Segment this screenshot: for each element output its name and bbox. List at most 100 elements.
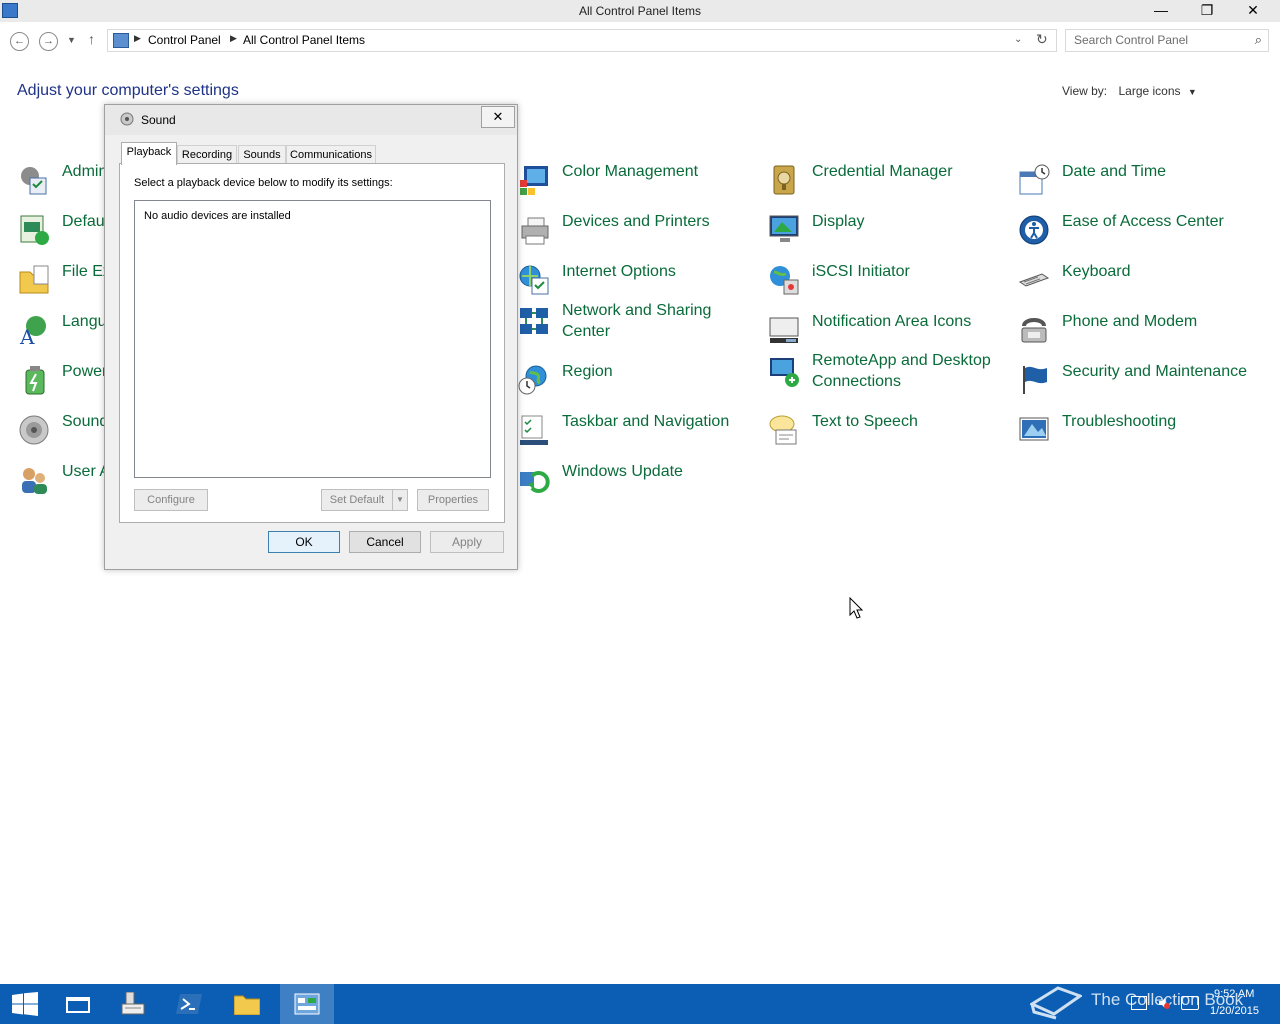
- taskbar-task-view[interactable]: [52, 984, 106, 1024]
- cp-item-security-maintenance[interactable]: Security and Maintenance: [1018, 360, 1258, 400]
- address-bar[interactable]: ▶ Control Panel ▶ All Control Panel Item…: [107, 29, 1057, 52]
- cp-item-label: Date and Time: [1062, 163, 1167, 180]
- cp-item-color-management[interactable]: Color Management: [518, 160, 758, 200]
- properties-button[interactable]: Properties: [417, 489, 489, 511]
- tab-playback[interactable]: Playback: [121, 142, 177, 165]
- cp-item-label: Notification Area Icons: [812, 313, 972, 330]
- mouse-cursor-icon: [849, 597, 863, 619]
- cp-item-label: Phone and Modem: [1062, 313, 1198, 330]
- cancel-button[interactable]: Cancel: [349, 531, 421, 553]
- chevron-right-icon[interactable]: ▶: [134, 33, 141, 44]
- cp-item-internet-options[interactable]: Internet Options: [518, 260, 758, 300]
- cp-item-taskbar-navigation[interactable]: Taskbar and Navigation: [518, 410, 758, 450]
- internet-options-icon: [519, 265, 549, 295]
- dialog-title: Sound: [141, 113, 176, 127]
- chevron-right-icon[interactable]: ▶: [230, 33, 237, 44]
- cp-item-label: Sound: [62, 413, 109, 430]
- breadcrumb-all-items[interactable]: All Control Panel Items: [243, 33, 365, 47]
- tab-panel: Select a playback device below to modify…: [119, 163, 505, 523]
- recent-locations-icon[interactable]: ▼: [67, 35, 76, 45]
- forward-button[interactable]: →: [39, 32, 58, 51]
- cp-item-label: Langu: [62, 313, 107, 330]
- cp-item-iscsi[interactable]: iSCSI Initiator: [768, 260, 1008, 300]
- cp-item-text-to-speech[interactable]: Text to Speech: [768, 410, 1008, 450]
- control-panel-small-icon: [113, 33, 129, 48]
- language-icon: A: [19, 316, 46, 346]
- cp-item-ease-of-access[interactable]: Ease of Access Center: [1018, 210, 1258, 250]
- back-button[interactable]: ←: [10, 32, 29, 51]
- cp-item-label: User A: [62, 463, 111, 480]
- iscsi-icon: [770, 266, 799, 295]
- security-maintenance-icon: [1023, 366, 1047, 394]
- cp-item-keyboard[interactable]: Keyboard: [1018, 260, 1258, 300]
- cp-item-windows-update[interactable]: Windows Update: [518, 460, 758, 500]
- cp-item-phone-modem[interactable]: Phone and Modem: [1018, 310, 1258, 350]
- clock-time[interactable]: 9:52 AM: [1214, 988, 1254, 1000]
- page-title: Adjust your computer's settings: [17, 82, 239, 99]
- instruction-text: Select a playback device below to modify…: [134, 177, 393, 189]
- search-icon[interactable]: ⌕: [1255, 32, 1262, 48]
- svg-text:A: A: [19, 325, 35, 346]
- taskbar-server-manager[interactable]: [106, 984, 160, 1024]
- up-button[interactable]: ↑: [88, 31, 95, 47]
- cp-item-label: Display: [812, 213, 865, 230]
- taskbar-control-panel[interactable]: [280, 984, 334, 1024]
- action-center-tray-icon[interactable]: [1181, 996, 1199, 1010]
- cp-item-label: Text to Speech: [812, 413, 918, 430]
- cp-item-label: RemoteApp and Desktop Connections: [812, 352, 991, 390]
- refresh-icon[interactable]: ↻: [1036, 31, 1048, 48]
- folder-icon: [234, 995, 260, 1015]
- powershell-icon: [176, 994, 202, 1014]
- maximize-button[interactable]: ❐: [1184, 0, 1230, 20]
- set-default-button[interactable]: Set Default: [321, 489, 393, 511]
- apply-button[interactable]: Apply: [430, 531, 504, 553]
- speaker-icon: [120, 112, 134, 126]
- cp-item-label: Region: [562, 363, 613, 380]
- tab-recording[interactable]: Recording: [177, 145, 237, 164]
- volume-muted-tray-icon[interactable]: [1158, 996, 1170, 1009]
- cp-item-credential-manager[interactable]: Credential Manager: [768, 160, 1008, 200]
- view-by-dropdown[interactable]: Large icons ▼: [1118, 84, 1196, 98]
- clock-date[interactable]: 1/20/2015: [1210, 1005, 1259, 1017]
- taskbar-icon: [520, 415, 548, 445]
- window-titlebar: All Control Panel Items — ❐ ✕: [0, 0, 1280, 22]
- cp-item-region[interactable]: Region: [518, 360, 758, 400]
- chevron-down-icon[interactable]: ⌄: [1014, 34, 1022, 45]
- ok-button[interactable]: OK: [268, 531, 340, 553]
- cp-item-troubleshooting[interactable]: Troubleshooting: [1018, 410, 1258, 450]
- set-default-dropdown-icon[interactable]: ▼: [392, 489, 408, 511]
- cp-item-label: Power: [62, 363, 108, 380]
- display-icon: [769, 215, 799, 242]
- minimize-button[interactable]: —: [1138, 0, 1184, 20]
- dialog-titlebar: Sound ✕: [105, 105, 517, 135]
- cp-item-devices-printers[interactable]: Devices and Printers: [518, 210, 758, 250]
- view-by: View by: Large icons ▼: [1062, 84, 1197, 98]
- configure-button[interactable]: Configure: [134, 489, 208, 511]
- close-button[interactable]: ✕: [1230, 0, 1276, 20]
- network-tray-icon[interactable]: [1131, 996, 1147, 1010]
- cp-item-label: Color Management: [562, 163, 699, 180]
- search-input[interactable]: Search Control Panel ⌕: [1065, 29, 1269, 52]
- cp-item-date-time[interactable]: Date and Time: [1018, 160, 1258, 200]
- empty-message: No audio devices are installed: [144, 210, 291, 222]
- power-options-icon: [25, 366, 45, 395]
- breadcrumb-control-panel[interactable]: Control Panel: [148, 33, 221, 47]
- taskbar-file-explorer[interactable]: [220, 984, 274, 1024]
- dialog-close-button[interactable]: ✕: [481, 106, 515, 128]
- cp-item-display[interactable]: Display: [768, 210, 1008, 250]
- tab-communications[interactable]: Communications: [286, 145, 376, 164]
- keyboard-icon: [1018, 273, 1050, 287]
- tab-sounds[interactable]: Sounds: [238, 145, 286, 164]
- cp-item-remoteapp[interactable]: RemoteApp and Desktop Connections: [768, 350, 1008, 400]
- admin-tools-icon: [21, 167, 47, 195]
- start-button[interactable]: [0, 984, 54, 1024]
- windows-update-icon: [520, 471, 550, 493]
- troubleshooting-icon: [1019, 417, 1049, 441]
- cp-item-label: Admin: [62, 163, 108, 180]
- cp-item-notification-area[interactable]: Notification Area Icons: [768, 310, 1008, 350]
- region-icon: [518, 365, 547, 395]
- device-list[interactable]: No audio devices are installed: [134, 200, 491, 478]
- cp-item-label: Windows Update: [562, 463, 683, 480]
- cp-item-network-sharing[interactable]: Network and Sharing Center: [518, 300, 758, 350]
- taskbar-powershell[interactable]: [162, 984, 216, 1024]
